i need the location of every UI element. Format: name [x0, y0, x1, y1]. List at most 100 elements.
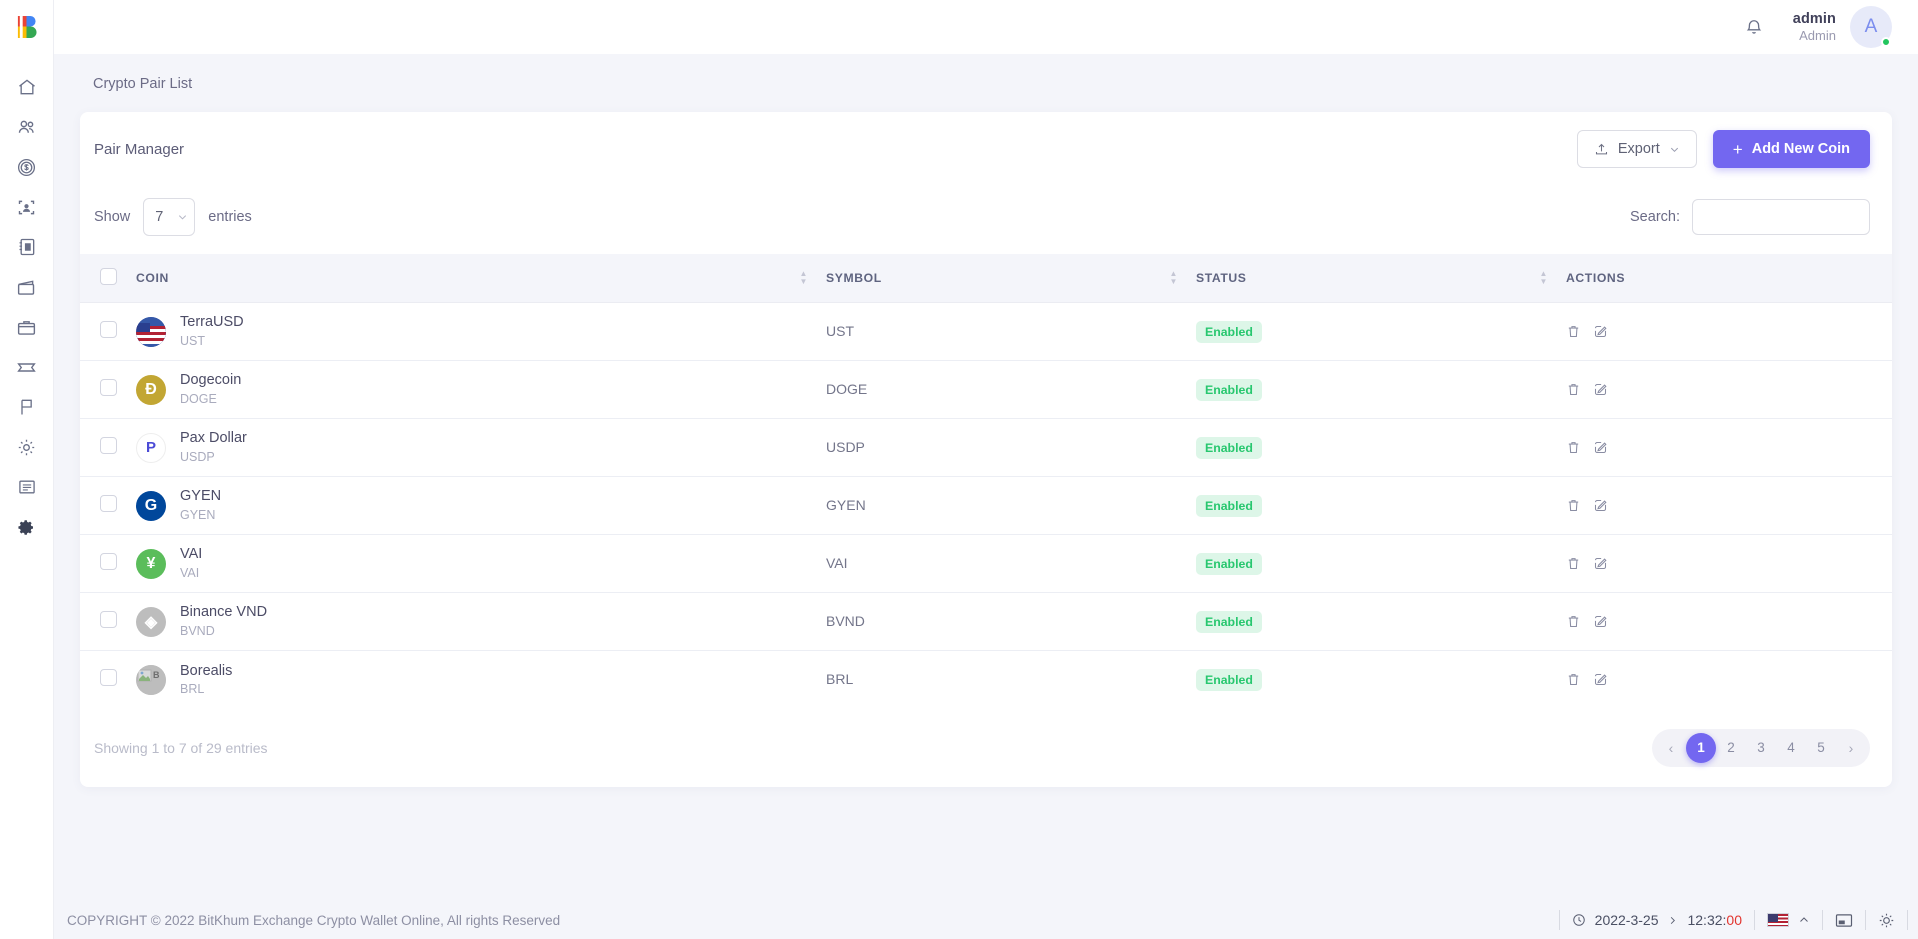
os-window-button[interactable] — [1823, 913, 1865, 928]
edit-button[interactable] — [1593, 440, 1608, 455]
row-checkbox[interactable] — [100, 321, 117, 338]
coin-logo-icon: P — [136, 433, 166, 463]
table-row: TerraUSDUSTUSTEnabled — [80, 303, 1892, 361]
table-body: TerraUSDUSTUSTEnabledÐDogecoinDOGEDOGEEn… — [80, 303, 1892, 709]
coin-name: Pax Dollar — [180, 429, 247, 449]
coin-ticker: VAI — [180, 565, 202, 582]
coin-ticker: BVND — [180, 623, 267, 640]
sidebar-item-system[interactable] — [10, 516, 44, 538]
sidebar-item-tickets[interactable] — [10, 356, 44, 378]
row-checkbox[interactable] — [100, 437, 117, 454]
pagination-page-3[interactable]: 3 — [1746, 733, 1776, 763]
sidebar-item-users[interactable] — [10, 116, 44, 138]
status-badge: Enabled — [1196, 611, 1262, 633]
gear-solid-icon — [17, 518, 36, 537]
delete-button[interactable] — [1566, 382, 1581, 397]
pagination-page-2[interactable]: 2 — [1716, 733, 1746, 763]
search-input[interactable] — [1692, 199, 1870, 235]
notifications-button[interactable] — [1737, 10, 1771, 44]
delete-button[interactable] — [1566, 324, 1581, 339]
delete-button[interactable] — [1566, 672, 1581, 687]
sidebar-nav — [0, 76, 53, 538]
crypto-pair-table: COIN ▲▼ SYMBOL ▲▼ STATUS ▲▼ — [80, 254, 1892, 709]
flag-icon — [17, 397, 37, 417]
edit-button[interactable] — [1593, 382, 1608, 397]
sidebar-item-kyc[interactable] — [10, 196, 44, 218]
export-button[interactable]: Export — [1577, 130, 1697, 168]
row-checkbox[interactable] — [100, 553, 117, 570]
symbol-cell: GYEN — [826, 477, 1196, 535]
trash-icon — [1566, 382, 1581, 397]
edit-button[interactable] — [1593, 498, 1608, 513]
avatar-letter: A — [1865, 16, 1878, 38]
os-language-group[interactable] — [1755, 913, 1822, 927]
row-select-cell — [80, 419, 136, 477]
delete-button[interactable] — [1566, 498, 1581, 513]
entries-select-wrap: 7 — [143, 198, 195, 236]
edit-button[interactable] — [1593, 672, 1608, 687]
coin-ticker: BRL — [180, 681, 232, 698]
actions-cell — [1566, 593, 1892, 651]
edit-icon — [1593, 672, 1608, 687]
export-label: Export — [1618, 141, 1660, 157]
trash-icon — [1566, 324, 1581, 339]
showing-entries-text: Showing 1 to 7 of 29 entries — [94, 740, 268, 756]
os-time: 12:32:00 — [1687, 912, 1742, 928]
actions-cell — [1566, 477, 1892, 535]
edit-button[interactable] — [1593, 614, 1608, 629]
pagination-page-5[interactable]: 5 — [1806, 733, 1836, 763]
delete-button[interactable] — [1566, 556, 1581, 571]
coin-logo-icon — [136, 317, 166, 347]
user-menu[interactable]: admin Admin A — [1793, 6, 1892, 48]
avatar[interactable]: A — [1850, 6, 1892, 48]
add-new-coin-button[interactable]: + Add New Coin — [1713, 130, 1870, 168]
sort-toggle-status[interactable]: ▲▼ — [1539, 271, 1548, 285]
select-all-checkbox[interactable] — [100, 268, 117, 285]
os-clock-group[interactable]: 2022-3-25 12:32:00 — [1560, 912, 1754, 928]
app-root: admin Admin A Crypto Pair List Pair Mana… — [0, 0, 1918, 939]
coin-ticker: DOGE — [180, 391, 241, 408]
pagination-page-4[interactable]: 4 — [1776, 733, 1806, 763]
coin-ticker: GYEN — [180, 507, 221, 524]
coin-logo-icon: ◈ — [136, 607, 166, 637]
delete-button[interactable] — [1566, 440, 1581, 455]
coin-logo-icon: G — [136, 491, 166, 521]
row-checkbox[interactable] — [100, 611, 117, 628]
sidebar-item-wallet[interactable] — [10, 276, 44, 298]
column-header-coin[interactable]: COIN ▲▼ — [136, 254, 826, 303]
column-header-symbol[interactable]: SYMBOL ▲▼ — [826, 254, 1196, 303]
column-header-actions: ACTIONS — [1566, 254, 1892, 303]
plus-icon: + — [1733, 141, 1743, 158]
column-header-status[interactable]: STATUS ▲▼ — [1196, 254, 1566, 303]
home-icon — [17, 77, 37, 97]
sidebar-item-currency[interactable] — [10, 156, 44, 178]
main-column: admin Admin A Crypto Pair List Pair Mana… — [54, 0, 1918, 939]
edit-button[interactable] — [1593, 324, 1608, 339]
sidebar-item-pages[interactable] — [10, 476, 44, 498]
gear-outline-icon — [16, 437, 37, 458]
row-checkbox[interactable] — [100, 495, 117, 512]
edit-button[interactable] — [1593, 556, 1608, 571]
logo-b-icon — [16, 15, 37, 39]
coin-cell: ◈Binance VNDBVND — [136, 593, 826, 651]
sort-toggle-symbol[interactable]: ▲▼ — [1169, 271, 1178, 285]
symbol-value: VAI — [826, 555, 848, 571]
delete-button[interactable] — [1566, 614, 1581, 629]
os-brightness-button[interactable] — [1866, 912, 1907, 929]
sidebar-item-portfolio[interactable] — [10, 316, 44, 338]
row-checkbox[interactable] — [100, 379, 117, 396]
sidebar-item-home[interactable] — [10, 76, 44, 98]
sidebar-item-contacts[interactable] — [10, 236, 44, 258]
sort-toggle-coin[interactable]: ▲▼ — [799, 271, 808, 285]
sidebar-item-reports[interactable] — [10, 396, 44, 418]
row-checkbox[interactable] — [100, 669, 117, 686]
app-logo[interactable] — [0, 0, 53, 54]
select-all-header — [80, 254, 136, 303]
pagination-page-1[interactable]: 1 — [1686, 733, 1716, 763]
actions-cell — [1566, 303, 1892, 361]
pagination-next[interactable]: › — [1836, 733, 1866, 763]
pagination-prev[interactable]: ‹ — [1656, 733, 1686, 763]
coin-name: GYEN — [180, 487, 221, 507]
sidebar-item-settings[interactable] — [10, 436, 44, 458]
entries-select[interactable]: 7 — [143, 198, 195, 236]
